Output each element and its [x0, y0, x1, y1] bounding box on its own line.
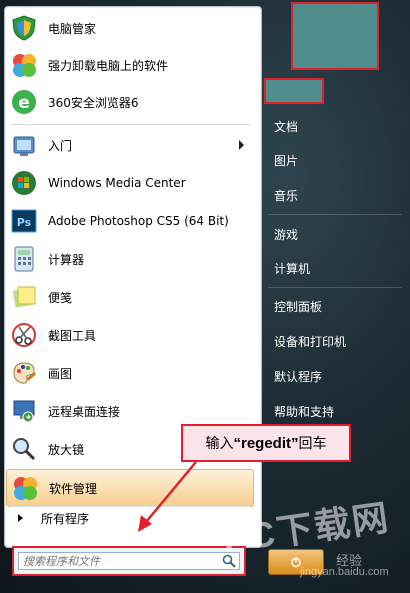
watermark-site: jingyan.baidu.com	[300, 566, 389, 578]
